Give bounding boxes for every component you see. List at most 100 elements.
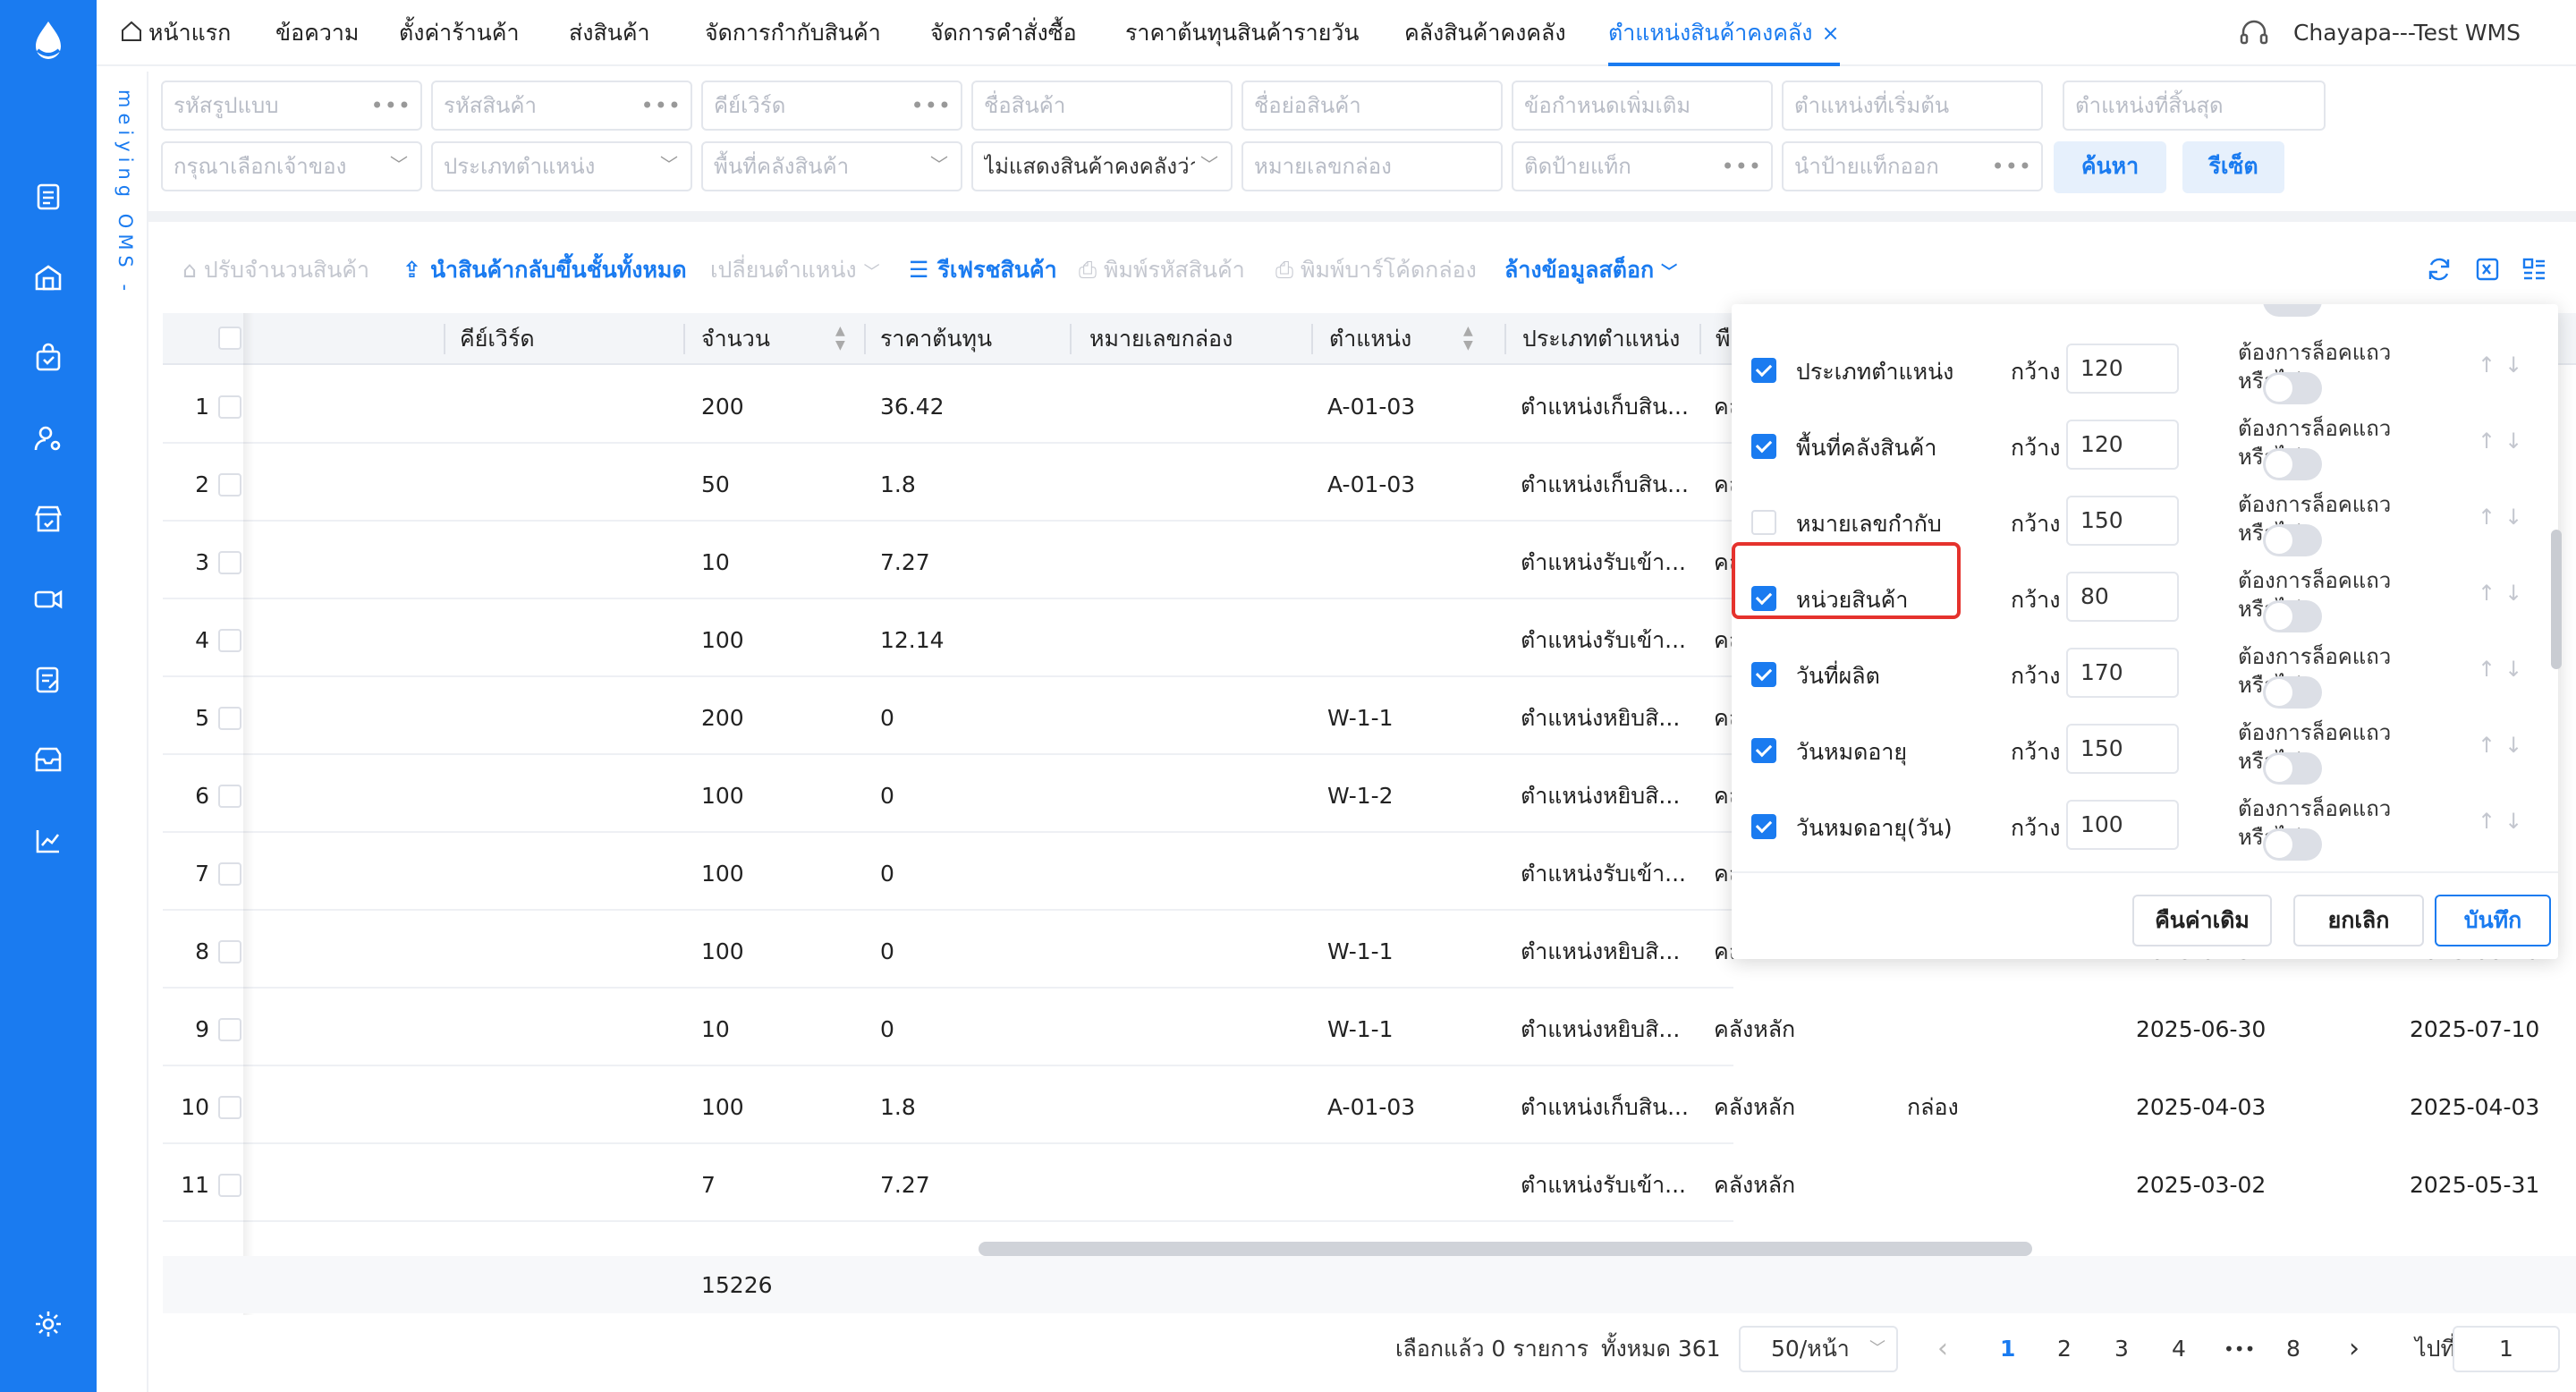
product-code-field[interactable]: รหัสสินค้า ••• <box>431 81 692 131</box>
keyword-field[interactable]: คีย์เวิร์ด ••• <box>701 81 962 131</box>
row-checkbox[interactable] <box>218 629 242 652</box>
more-dots-icon[interactable]: ••• <box>911 82 952 129</box>
table-row[interactable] <box>163 912 1733 989</box>
column-settings-icon[interactable] <box>2521 256 2547 283</box>
row-checkbox[interactable] <box>218 1096 242 1119</box>
restore-default-button[interactable]: คืนค่าเดิม <box>2132 895 2272 946</box>
orders-icon[interactable] <box>32 181 64 213</box>
column-visible-checkbox[interactable] <box>1751 662 1776 687</box>
location-type-select[interactable]: ประเภทตำแหน่ง ﹀ <box>431 141 692 191</box>
row-checkbox[interactable] <box>218 1018 242 1041</box>
sort-icon[interactable]: ▲ ▼ <box>1463 324 1473 352</box>
page-1[interactable]: 1 <box>2000 1324 2015 1374</box>
column-visible-checkbox[interactable] <box>1751 510 1776 535</box>
tab-inventory-location[interactable]: ตำแหน่งสินค้าคงคลัง × <box>1608 0 1840 66</box>
col-location[interactable]: ตำแหน่ง <box>1329 313 1411 365</box>
reorder-arrows-icon[interactable]: ↑↓ <box>2478 581 2531 606</box>
location-start-field[interactable]: ตำแหน่งที่เริ่มต้น <box>1782 81 2043 131</box>
change-location-button[interactable]: เปลี่ยนตำแหน่ง ﹀ <box>710 249 880 292</box>
page-3[interactable]: 3 <box>2114 1324 2129 1374</box>
warehouse-area-select[interactable]: พื้นที่คลังสินค้า ﹀ <box>701 141 962 191</box>
product-name-field[interactable]: ชื่อสินค้า <box>971 81 1233 131</box>
row-checkbox[interactable] <box>218 862 242 886</box>
table-row[interactable] <box>163 756 1733 833</box>
clear-stock-button[interactable]: ล้างข้อมูลสต็อก ﹀ <box>1504 249 1677 292</box>
tab-order-management[interactable]: จัดการคำสั่งซื้อ <box>930 0 1077 66</box>
table-row[interactable] <box>163 678 1733 755</box>
table-row[interactable] <box>163 445 1733 522</box>
product-short-name-field[interactable]: ชื่อย่อสินค้า <box>1241 81 1503 131</box>
col-box-number[interactable]: หมายเลขกล่อง <box>1089 313 1233 365</box>
col-partial[interactable]: พื <box>1716 313 1730 365</box>
table-row[interactable] <box>163 367 1733 444</box>
reorder-arrows-icon[interactable]: ↑↓ <box>2478 733 2531 758</box>
reorder-arrows-icon[interactable]: ↑↓ <box>2478 429 2531 454</box>
reorder-arrows-icon[interactable]: ↑↓ <box>2478 657 2531 682</box>
page-4[interactable]: 4 <box>2172 1324 2186 1374</box>
col-keyword[interactable]: คีย์เวิร์ด <box>460 313 535 365</box>
select-all-checkbox[interactable] <box>218 327 242 350</box>
column-width-input[interactable]: 80 <box>2066 572 2179 622</box>
column-width-input[interactable]: 100 <box>2066 800 2179 850</box>
panel-scrollbar[interactable] <box>2551 530 2562 669</box>
more-dots-icon[interactable]: ••• <box>1722 143 1762 190</box>
style-code-field[interactable]: รหัสรูปแบบ ••• <box>161 81 422 131</box>
row-checkbox[interactable] <box>218 707 242 730</box>
table-row[interactable] <box>163 1067 1733 1144</box>
tab-home[interactable]: หน้าแรก <box>120 0 231 66</box>
more-dots-icon[interactable]: ••• <box>371 82 411 129</box>
row-checkbox[interactable] <box>218 785 242 808</box>
user-settings-icon[interactable] <box>32 422 64 454</box>
return-all-button[interactable]: ⇪ นำสินค้ากลับขึ้นชั้นทั้งหมด <box>402 249 687 292</box>
row-checkbox[interactable] <box>218 395 242 419</box>
table-row[interactable] <box>163 989 1733 1066</box>
table-row[interactable] <box>163 1145 1733 1222</box>
tab-messages[interactable]: ข้อความ <box>275 0 359 66</box>
location-end-field[interactable]: ตำแหน่งที่สิ้นสุด <box>2063 81 2326 131</box>
analytics-icon[interactable] <box>32 825 64 857</box>
page-size-select[interactable]: 50/หน้า ﹀ <box>1739 1326 1898 1372</box>
reorder-arrows-icon[interactable]: ↑↓ <box>2478 505 2531 530</box>
hide-empty-stock-select[interactable]: ไม่แสดงสินค้าคงคลังว่าง ﹀ <box>971 141 1233 191</box>
row-checkbox[interactable] <box>218 940 242 963</box>
row-checkbox[interactable] <box>218 551 242 574</box>
user-name[interactable]: Chayapa---Test WMS <box>2293 20 2521 46</box>
warehouse-icon[interactable] <box>32 261 64 293</box>
table-row[interactable] <box>163 522 1733 599</box>
column-width-input[interactable]: 120 <box>2066 344 2179 394</box>
horizontal-scrollbar[interactable] <box>979 1242 2032 1256</box>
tab-store-settings[interactable]: ตั้งค่าร้านค้า <box>399 0 520 66</box>
search-button[interactable]: ค้นหา <box>2054 141 2166 193</box>
spec-field[interactable]: ข้อกำหนดเพิ่มเติม <box>1512 81 1773 131</box>
tab-product-tagging[interactable]: จัดการกำกับสินค้า <box>705 0 881 66</box>
remove-tag-field[interactable]: นำป้ายแท็กออก ••• <box>1782 141 2043 191</box>
more-dots-icon[interactable]: ••• <box>1992 143 2032 190</box>
table-row[interactable] <box>163 600 1733 677</box>
add-tag-field[interactable]: ติดป้ายแท็ก ••• <box>1512 141 1773 191</box>
more-dots-icon[interactable]: ••• <box>641 82 682 129</box>
settings-gear-icon[interactable] <box>32 1308 64 1340</box>
export-excel-icon[interactable] <box>2474 256 2501 283</box>
tab-shipping[interactable]: ส่งสินค้า <box>569 0 650 66</box>
goto-page-input[interactable]: 1 <box>2453 1326 2560 1372</box>
table-row[interactable] <box>163 834 1733 911</box>
tab-close-icon[interactable]: × <box>1821 21 1839 46</box>
column-width-input[interactable]: 170 <box>2066 648 2179 698</box>
reset-button[interactable]: รีเซ็ต <box>2182 141 2284 193</box>
column-visible-checkbox[interactable] <box>1751 738 1776 763</box>
user-menu[interactable]: Chayapa---Test WMS <box>2240 0 2521 66</box>
column-visible-checkbox[interactable] <box>1751 358 1776 383</box>
sidebar-collapse-label[interactable]: meiying OMS - <box>109 89 136 296</box>
bag-icon[interactable] <box>32 342 64 374</box>
page-8[interactable]: 8 <box>2286 1324 2301 1374</box>
reorder-arrows-icon[interactable]: ↑↓ <box>2478 352 2531 378</box>
inventory-icon[interactable] <box>32 744 64 777</box>
refresh-goods-button[interactable]: ☰ รีเฟรชสินค้า <box>909 249 1057 292</box>
column-visible-checkbox[interactable] <box>1751 434 1776 459</box>
reorder-arrows-icon[interactable]: ↑↓ <box>2478 809 2531 834</box>
column-visible-checkbox[interactable] <box>1751 814 1776 839</box>
box-number-field[interactable]: หมายเลขกล่อง <box>1241 141 1503 191</box>
print-box-button[interactable]: ⎙ พิมพ์บาร์โค้ดกล่อง <box>1275 249 1477 292</box>
prev-page-button[interactable]: ‹ <box>1937 1324 1948 1374</box>
panel-save-button[interactable]: บันทึก <box>2435 895 2551 946</box>
